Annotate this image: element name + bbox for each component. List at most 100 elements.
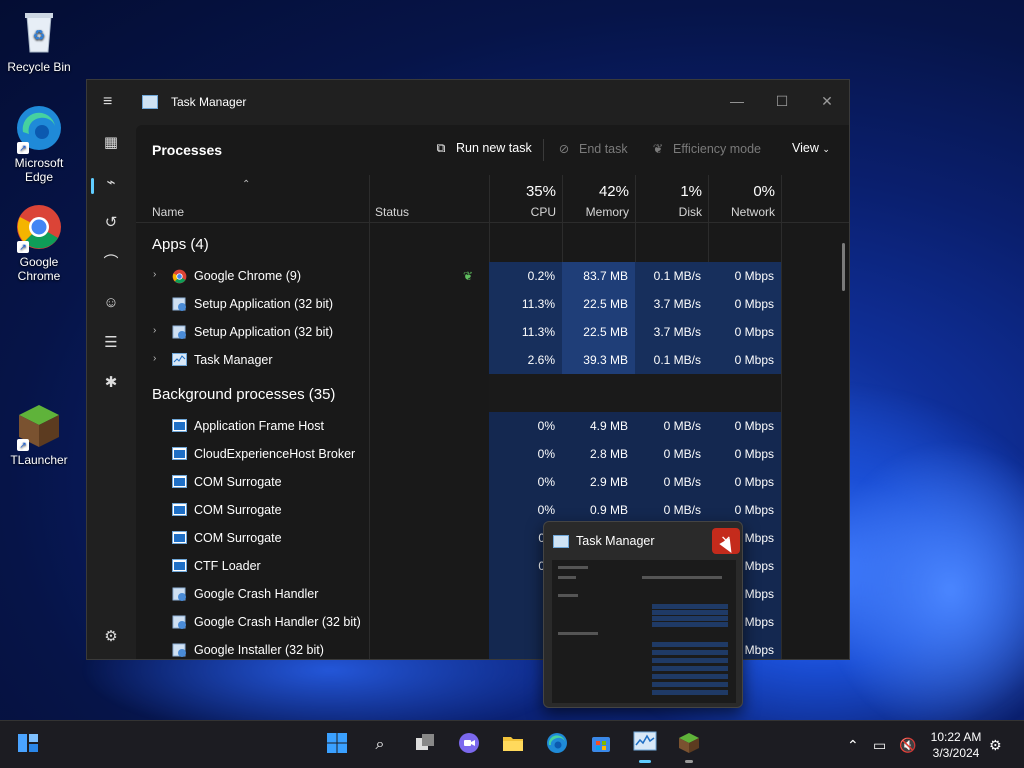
startup-apps-nav-icon[interactable]: ⌒: [99, 251, 123, 275]
disk-cell: 0 MB/s: [635, 412, 708, 440]
minecraft-block-icon[interactable]: [675, 731, 703, 763]
chrome-icon: ↗: [15, 203, 63, 253]
leaf-icon: ❦: [652, 142, 664, 156]
process-icon: [172, 503, 187, 517]
hamburger-menu-icon[interactable]: ≡: [103, 94, 119, 110]
volume-muted-icon[interactable]: 🔇: [899, 721, 916, 768]
process-row[interactable]: CloudExperienceHost Broker 0% 2.8 MB 0 MB/s…: [136, 440, 849, 468]
title-bar[interactable]: ≡ Task Manager — ☐ ✕: [87, 80, 849, 125]
file-explorer-icon[interactable]: [499, 731, 527, 759]
desktop-icon-label: Microsoft Edge: [14, 156, 64, 184]
users-nav-icon[interactable]: ☺: [99, 291, 123, 315]
process-row[interactable]: Setup Application (32 bit) 11.3% 22.5 MB 3.…: [136, 290, 849, 318]
network-cell: 0 Mbps: [708, 412, 781, 440]
performance-nav-icon[interactable]: ⌁: [99, 171, 123, 195]
task-manager-taskbar-icon[interactable]: [631, 731, 659, 763]
disk-column-label: Disk: [678, 205, 702, 219]
group-label: Apps (4): [152, 236, 209, 253]
efficiency-mode-button[interactable]: ❦ Efficiency mode: [649, 141, 761, 156]
end-task-button[interactable]: ⊘ End task: [555, 141, 628, 156]
chevron-right-icon[interactable]: ›: [153, 353, 156, 364]
notification-icon[interactable]: ⚙: [989, 721, 1002, 768]
edge-icon[interactable]: [543, 731, 571, 759]
vertical-scrollbar[interactable]: [842, 243, 845, 291]
process-row[interactable]: COM Surrogate 0% 0.9 MB 0 MB/s 0 Mbps: [136, 496, 849, 524]
settings-gear-icon[interactable]: ⚙: [99, 625, 123, 649]
run-new-task-label: Run new task: [456, 141, 532, 155]
cpu-cell: 2.6%: [489, 346, 562, 374]
process-name: Google Installer (32 bit): [194, 643, 324, 657]
services-nav-icon[interactable]: ✱: [99, 371, 123, 395]
selection-indicator: [91, 178, 94, 194]
process-row[interactable]: › Setup Application (32 bit) 11.3% 22.5 MB 3…: [136, 318, 849, 346]
process-icon: [172, 447, 187, 461]
cpu-cell: 0%: [489, 412, 562, 440]
network-column-header[interactable]: 0% Network: [708, 175, 781, 223]
chat-icon[interactable]: [455, 731, 483, 759]
chevron-right-icon[interactable]: ›: [153, 269, 156, 280]
details-nav-icon[interactable]: ☰: [99, 331, 123, 355]
process-icon: [172, 615, 187, 629]
desktop-icon-recycle-bin[interactable]: ♻ Recycle Bin: [1, 8, 77, 74]
system-clock[interactable]: 10:22 AM 3/3/2024: [928, 729, 984, 761]
taskbar-thumbnail-preview[interactable]: Task Manager ✕: [543, 521, 743, 708]
cpu-column-header[interactable]: 35% CPU: [489, 175, 562, 223]
disk-cell: 0 MB/s: [635, 468, 708, 496]
maximize-button[interactable]: ☐: [769, 88, 795, 116]
network-cell: 0 Mbps: [708, 496, 781, 524]
memory-cell: 2.9 MB: [562, 468, 635, 496]
memory-cell: 22.5 MB: [562, 318, 635, 346]
name-column-header[interactable]: Name: [136, 175, 369, 223]
process-name: Setup Application (32 bit): [194, 325, 333, 339]
microsoft-store-icon[interactable]: [587, 731, 615, 759]
process-name: Google Crash Handler (32 bit): [194, 615, 361, 629]
group-header-fill: [489, 374, 781, 412]
desktop-icon-chrome[interactable]: ↗ Google Chrome: [1, 203, 77, 283]
desktop-icon-tlauncher[interactable]: ↗ TLauncher: [1, 401, 77, 467]
app-history-nav-icon[interactable]: ↺: [99, 211, 123, 235]
process-row[interactable]: › Task Manager 2.6% 39.3 MB 0.1 MB/s 0 Mbps: [136, 346, 849, 374]
search-icon[interactable]: ⌕: [366, 731, 394, 759]
process-name: Google Crash Handler: [194, 587, 319, 601]
cpu-column-label: CPU: [530, 205, 556, 219]
group-header-apps[interactable]: Apps (4): [136, 224, 849, 262]
widgets-icon[interactable]: [14, 731, 42, 759]
cpu-cell: 11.3%: [489, 290, 562, 318]
close-button[interactable]: ✕: [814, 88, 840, 116]
end-task-icon: ⊘: [558, 142, 570, 156]
efficiency-mode-label: Efficiency mode: [673, 142, 762, 156]
start-button[interactable]: [323, 731, 351, 759]
column-header-row: ⌃ Name Status 35% CPU 42% Memory 1% Disk 0%…: [136, 175, 849, 659]
memory-cell: 2.8 MB: [562, 440, 635, 468]
network-icon[interactable]: ▭: [873, 721, 886, 768]
command-bar: Processes ⧉ Run new task ⊘ End task ❦ Effic…: [136, 125, 849, 175]
disk-cell: 0.1 MB/s: [635, 346, 708, 374]
clock-time: 10:22 AM: [930, 730, 982, 744]
process-row[interactable]: Application Frame Host 0% 4.9 MB 0 MB/s 0 Mb…: [136, 412, 849, 440]
process-row[interactable]: COM Surrogate 0% 2.9 MB 0 MB/s 0 Mbps: [136, 468, 849, 496]
chevron-up-icon[interactable]: ⌃: [847, 721, 859, 768]
chevron-right-icon[interactable]: ›: [153, 325, 156, 336]
disk-total-percent: 1%: [680, 183, 702, 200]
memory-total-percent: 42%: [598, 183, 629, 200]
taskbar: ⌕ ⌃ ▭ 🔇 10:22 AM 3/3/2024 ⚙: [0, 720, 1024, 768]
group-header-background[interactable]: Background processes (35): [136, 374, 849, 412]
cpu-cell: 0%: [489, 468, 562, 496]
task-view-icon[interactable]: [411, 731, 439, 759]
process-row[interactable]: › Google Chrome (9) ❦ 0.2% 83.7 MB 0.1 MB/s 0 …: [136, 262, 849, 290]
desktop-icon-edge[interactable]: ↗ Microsoft Edge: [1, 104, 77, 184]
cpu-cell: 0.2%: [489, 262, 562, 290]
view-label: View: [792, 141, 819, 155]
minimize-button[interactable]: —: [724, 88, 750, 116]
run-new-task-button[interactable]: ⧉ Run new task: [432, 141, 532, 156]
disk-cell: 3.7 MB/s: [635, 318, 708, 346]
memory-column-header[interactable]: 42% Memory: [562, 175, 635, 223]
status-column-header[interactable]: Status: [369, 175, 489, 223]
cpu-cell: 11.3%: [489, 318, 562, 346]
process-name: CloudExperienceHost Broker: [194, 447, 356, 461]
view-dropdown[interactable]: View ⌄: [792, 141, 830, 155]
disk-column-header[interactable]: 1% Disk: [635, 175, 708, 223]
processes-nav-icon[interactable]: ▦: [99, 131, 123, 155]
process-name: Google Chrome (9): [194, 269, 301, 283]
end-task-label: End task: [579, 142, 628, 156]
